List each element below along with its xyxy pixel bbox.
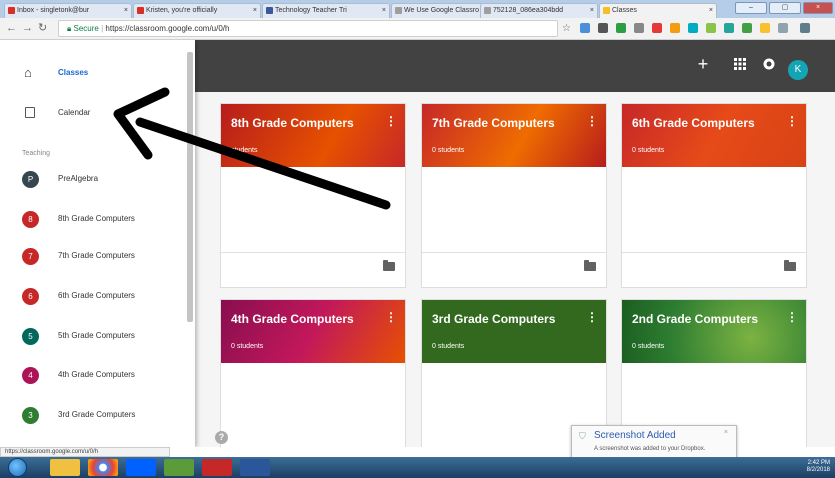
extension-icon[interactable] — [742, 23, 752, 33]
start-button[interactable] — [8, 458, 27, 477]
dropbox-notification[interactable]: ⛉ Screenshot Added A screenshot was adde… — [571, 425, 737, 460]
url-input[interactable]: 🔒︎ Secure | https://classroom.google.com… — [58, 20, 558, 37]
minimize-button[interactable]: – — [735, 2, 767, 14]
extension-icon[interactable] — [616, 23, 626, 33]
pinterest-icon[interactable] — [652, 23, 662, 33]
browser-tab-strip: Inbox - singletonk@bur × Kristen, you're… — [0, 0, 835, 18]
status-bar-url: https://classroom.google.com/u/0/h — [0, 447, 170, 457]
extension-icon[interactable] — [670, 23, 680, 33]
browser-tab-image[interactable]: 752128_086ea304bdd × — [480, 3, 598, 18]
windows-taskbar: 2:42 PM 8/2/2018 — [0, 457, 835, 478]
classroom-icon — [603, 7, 610, 14]
extension-icon[interactable] — [706, 23, 716, 33]
extension-icon[interactable] — [598, 23, 608, 33]
chrome-icon[interactable] — [88, 459, 118, 476]
facebook-icon — [266, 7, 273, 14]
word-icon[interactable] — [240, 459, 270, 476]
browser-tab-inbox[interactable]: Inbox - singletonk@bur × — [4, 3, 132, 18]
bookmark-star-icon[interactable]: ☆ — [562, 22, 571, 35]
acrobat-icon[interactable] — [202, 459, 232, 476]
shield-icon: ⛉ — [579, 431, 586, 441]
reload-icon[interactable]: ↻ — [38, 22, 47, 35]
page-icon — [484, 7, 491, 14]
extension-icon[interactable] — [760, 23, 770, 33]
browser-tab-classes[interactable]: Classes × — [599, 3, 717, 18]
clock-date: 8/2/2018 — [806, 467, 830, 473]
classroom-app: + K 8th Grade Computers ⋮ students 7th G… — [0, 40, 835, 447]
dropbox-icon[interactable] — [126, 459, 156, 476]
back-icon[interactable]: ← — [6, 22, 17, 35]
lock-icon: 🔒︎ — [67, 24, 72, 33]
extension-icon[interactable] — [580, 23, 590, 33]
close-tab-icon[interactable]: × — [124, 4, 128, 17]
close-tab-icon[interactable]: × — [382, 4, 386, 17]
close-tab-icon[interactable]: × — [253, 4, 257, 17]
close-window-button[interactable]: × — [803, 2, 833, 14]
close-tab-icon[interactable]: × — [590, 4, 594, 17]
extension-icon[interactable] — [778, 23, 788, 33]
menu-icon[interactable] — [800, 23, 810, 33]
system-clock[interactable]: 2:42 PM 8/2/2018 — [807, 460, 830, 474]
annotation-arrow — [113, 87, 391, 210]
close-icon[interactable]: × — [724, 429, 728, 436]
close-tab-icon[interactable]: × — [709, 4, 713, 17]
maximize-button[interactable]: ▢ — [769, 2, 801, 14]
address-bar-row: ← → ↻ 🔒︎ Secure | https://classroom.goog… — [0, 18, 835, 40]
page-icon — [395, 7, 402, 14]
forward-icon[interactable]: → — [22, 22, 33, 35]
file-explorer-icon[interactable] — [50, 459, 80, 476]
extension-icon[interactable] — [724, 23, 734, 33]
gmail-icon — [137, 7, 144, 14]
extension-icon[interactable] — [634, 23, 644, 33]
gmail-icon — [8, 7, 15, 14]
app-icon[interactable] — [164, 459, 194, 476]
extension-icon[interactable] — [688, 23, 698, 33]
notification-title: Screenshot Added — [594, 430, 676, 441]
notification-message: A screenshot was added to your Dropbox. — [594, 446, 706, 452]
browser-tab-technology[interactable]: Technology Teacher Tri × — [262, 3, 390, 18]
clock-time: 2:42 PM — [807, 460, 830, 466]
browser-tab-kristen[interactable]: Kristen, you're officially × — [133, 3, 261, 18]
